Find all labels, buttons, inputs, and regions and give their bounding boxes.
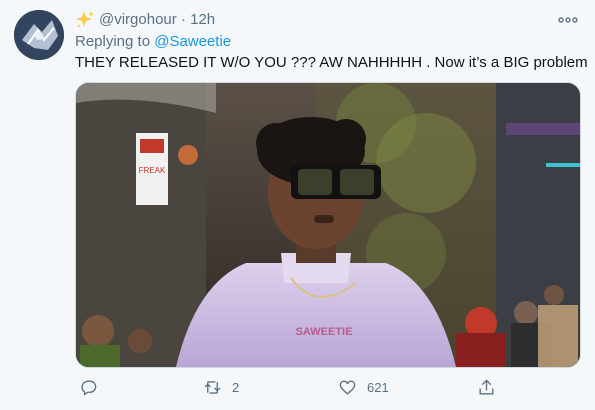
retweet-count: 2 — [232, 379, 240, 395]
sign-text: FREAK — [139, 166, 166, 175]
more-options-icon[interactable] — [555, 12, 581, 28]
like-button[interactable]: 621 — [338, 376, 389, 398]
tweet-actions: 2 621 — [75, 376, 579, 400]
like-count: 621 — [367, 379, 389, 395]
share-icon — [479, 379, 494, 395]
reply-icon — [81, 379, 97, 395]
sparkles-icon — [76, 11, 94, 28]
tweet-photo[interactable]: FREAK SAWEETIE — [75, 82, 581, 368]
retweet-button[interactable]: 2 — [203, 376, 239, 398]
tweet-text: THEY RELEASED IT W/O YOU ??? AW NAHHHHH … — [75, 54, 588, 71]
separator-dot: · — [180, 11, 186, 28]
timestamp[interactable]: 12h — [190, 11, 215, 28]
reply-mention-link[interactable]: @Saweetie — [154, 33, 231, 50]
retweet-icon — [204, 380, 221, 394]
reply-button[interactable] — [79, 376, 108, 398]
heart-icon — [339, 379, 356, 395]
username-handle[interactable]: @virgohour — [99, 11, 177, 28]
reply-context: Replying to @Saweetie — [75, 33, 231, 50]
tweet-header: @virgohour · 12h — [99, 11, 215, 28]
reply-prefix: Replying to — [75, 33, 155, 50]
shirt-text: SAWEETIE — [296, 326, 353, 338]
share-button[interactable] — [477, 376, 496, 398]
tweet[interactable]: @virgohour · 12h Replying to @Saweetie T… — [0, 0, 595, 410]
avatar[interactable] — [14, 10, 64, 60]
